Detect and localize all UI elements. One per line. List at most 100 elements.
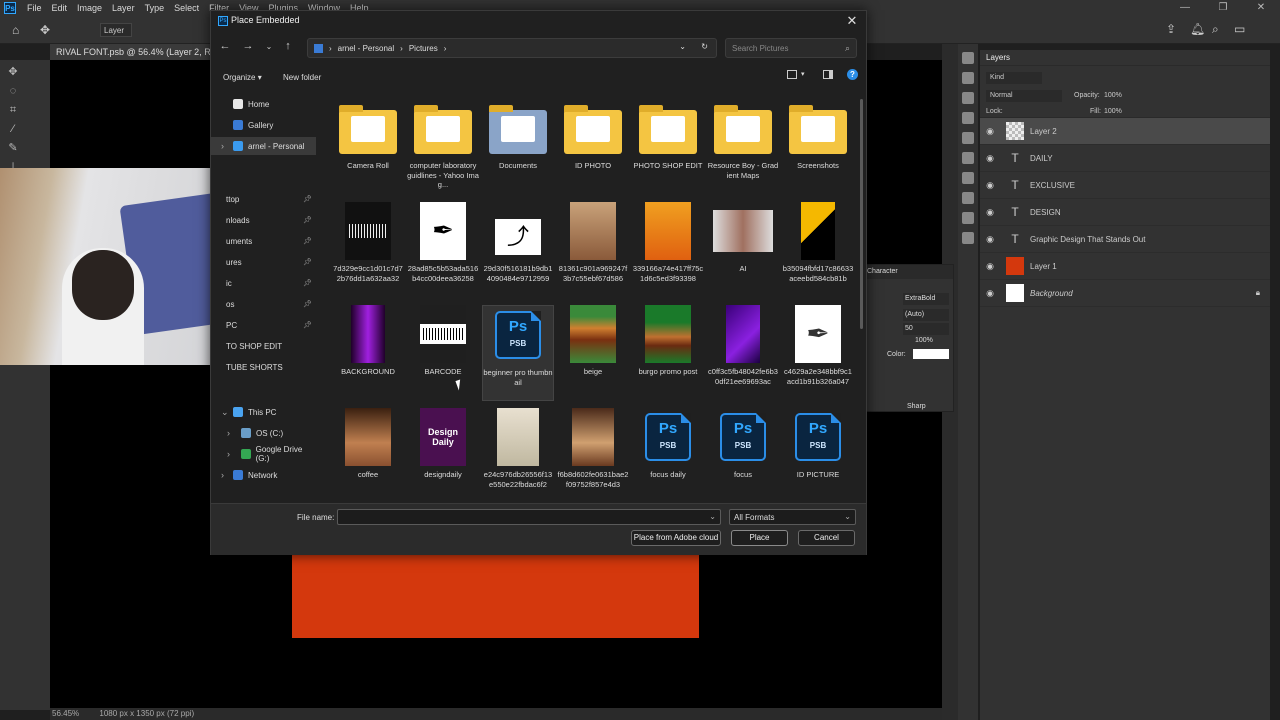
nav-item[interactable]: TUBE SHORTS — [211, 358, 316, 376]
file-item[interactable]: computer laboratory guidlines - Yahoo Im… — [407, 99, 479, 195]
share-icon[interactable]: ⇪ — [1166, 22, 1176, 36]
chevron-right-icon[interactable]: › — [221, 141, 224, 151]
history-icon[interactable] — [962, 72, 974, 84]
help-icon[interactable]: ? — [847, 69, 858, 80]
visibility-eye-icon[interactable]: ◉ — [980, 234, 1000, 245]
nav-item[interactable]: ttop 📌︎ — [211, 190, 316, 208]
place-from-cloud-button[interactable]: Place from Adobe cloud — [631, 530, 721, 546]
chevron-right-icon[interactable]: › — [227, 428, 230, 438]
tracking-field[interactable]: 50 — [903, 323, 949, 335]
visibility-eye-icon[interactable]: ◉ — [980, 180, 1000, 191]
menu-edit[interactable]: Edit — [47, 3, 73, 13]
file-item[interactable]: Documents — [482, 99, 554, 195]
layer-row[interactable]: ◉ T EXCLUSIVE — [980, 172, 1270, 199]
file-item[interactable]: ✒ 28ad85c5b53ada516b4cc00deea36258 — [407, 202, 479, 298]
layers-panel-title[interactable]: Layers — [980, 50, 1270, 66]
cancel-button[interactable]: Cancel — [798, 530, 855, 546]
layer-row[interactable]: ◉ Background 🔒︎ — [980, 280, 1270, 307]
file-item[interactable]: BACKGROUND — [332, 305, 404, 401]
nav-item[interactable]: Gallery — [211, 116, 316, 134]
layer-row[interactable]: ◉ T DESIGN — [980, 199, 1270, 226]
fill-field[interactable]: 100% — [1104, 108, 1122, 115]
pin-icon[interactable]: 📌︎ — [303, 300, 312, 308]
file-item[interactable]: Ps PSB focus — [707, 408, 779, 503]
brush-settings-icon[interactable] — [962, 52, 974, 64]
move-icon[interactable]: ✥ — [6, 65, 20, 79]
layer-row[interactable]: ◉ Layer 2 — [980, 118, 1270, 145]
brush-icon[interactable]: ✎ — [6, 141, 20, 155]
visibility-eye-icon[interactable]: ◉ — [980, 126, 1000, 137]
menu-type[interactable]: Type — [140, 3, 170, 13]
layer-row[interactable]: ◉ Layer 1 — [980, 253, 1270, 280]
text-color-swatch[interactable] — [913, 349, 949, 359]
character-tab[interactable]: Character — [863, 265, 953, 279]
nav-item[interactable]: os 📌︎ — [211, 295, 316, 313]
nav-item[interactable]: › OS (C:) — [211, 424, 316, 442]
file-item[interactable]: PHOTO SHOP EDIT — [632, 99, 704, 195]
file-item[interactable]: 7d329e9cc1d01c7d72b76dd1a632aa32 — [332, 202, 404, 298]
nav-item[interactable]: ic 📌︎ — [211, 274, 316, 292]
layer-row[interactable]: ◉ T DAILY — [980, 145, 1270, 172]
nav-item[interactable]: Home — [211, 95, 316, 113]
opacity-field[interactable]: 100% — [1104, 92, 1122, 99]
layer-row[interactable]: ◉ T Graphic Design That Stands Out — [980, 226, 1270, 253]
preview-pane-icon[interactable] — [823, 70, 833, 79]
styles-icon[interactable] — [962, 232, 974, 244]
menu-layer[interactable]: Layer — [107, 3, 140, 13]
nav-item[interactable]: ⌄ This PC — [211, 403, 316, 421]
pin-icon[interactable]: 📌︎ — [303, 321, 312, 329]
leading-field[interactable]: (Auto) — [903, 309, 949, 321]
back-arrow-icon[interactable]: ← — [217, 40, 233, 52]
auto-select-dropdown[interactable]: Layer — [100, 23, 132, 37]
recent-locations-icon[interactable]: ⌄ — [261, 42, 277, 51]
menu-select[interactable]: Select — [169, 3, 204, 13]
eyedropper-icon[interactable]: ⁄ — [6, 122, 20, 136]
pin-icon[interactable]: 📌︎ — [303, 195, 312, 203]
file-item[interactable]: coffee — [332, 408, 404, 503]
file-item[interactable]: ⤴ 29d30f516181b9db14090484e9712959 — [482, 202, 554, 298]
bell-icon[interactable]: 🔔︎ — [1190, 22, 1205, 36]
nav-item[interactable]: nloads 📌︎ — [211, 211, 316, 229]
file-item[interactable]: e24c976db26556f13e550e22fbdac6f2 — [482, 408, 554, 503]
format-dropdown[interactable]: All Formats ⌄ — [729, 509, 856, 525]
lasso-icon[interactable]: ◌ — [6, 84, 20, 98]
nav-item[interactable]: PC 📌︎ — [211, 316, 316, 334]
workspace-icon[interactable]: ▭ — [1234, 22, 1245, 36]
file-item[interactable]: 339166a74e417ff75c1d6c5ed3f93398 — [632, 202, 704, 298]
chevron-down-icon[interactable]: ⌄ — [679, 42, 686, 51]
color-icon[interactable] — [962, 92, 974, 104]
minimize-icon[interactable]: — — [1166, 0, 1204, 16]
pin-icon[interactable]: 📌︎ — [303, 216, 312, 224]
search-input[interactable]: Search Pictures ⌕ — [725, 38, 857, 58]
file-item[interactable]: ID PHOTO — [557, 99, 629, 195]
menu-image[interactable]: Image — [72, 3, 107, 13]
patterns-icon[interactable] — [962, 212, 974, 224]
new-folder-button[interactable]: New folder — [283, 73, 321, 82]
file-item[interactable]: Design Daily designdaily — [407, 408, 479, 503]
file-item[interactable]: ✒ c4629a2e348bbf9c1acd1b91b326a047 — [782, 305, 854, 401]
pin-icon[interactable]: 📌︎ — [303, 258, 312, 266]
file-item[interactable]: Ps PSB focus daily — [632, 408, 704, 503]
visibility-eye-icon[interactable]: ◉ — [980, 153, 1000, 164]
file-item[interactable]: beige — [557, 305, 629, 401]
nav-item[interactable]: TO SHOP EDIT — [211, 337, 316, 355]
nav-item[interactable]: › Google Drive (G:) — [211, 445, 316, 463]
filter-kind-dropdown[interactable]: Kind — [986, 72, 1042, 84]
zoom-level[interactable]: 56.45% — [52, 709, 79, 718]
breadcrumb-personal[interactable]: arnel - Personal — [338, 44, 394, 57]
file-item[interactable]: AI — [707, 202, 779, 298]
nav-item[interactable]: › Network — [211, 466, 316, 484]
pin-icon[interactable]: 📌︎ — [303, 237, 312, 245]
comments-icon[interactable] — [962, 132, 974, 144]
chevron-right-icon[interactable]: › — [221, 470, 224, 480]
visibility-eye-icon[interactable]: ◉ — [980, 288, 1000, 299]
scale-field[interactable]: 100% — [915, 337, 933, 344]
search-icon[interactable]: ⌕ — [1212, 22, 1219, 37]
nav-item[interactable]: uments 📌︎ — [211, 232, 316, 250]
file-item[interactable]: f6b8d602fe0631bae2f09752f857e4d3 — [557, 408, 629, 503]
refresh-icon[interactable]: ↻ — [701, 42, 708, 51]
pin-icon[interactable]: 📌︎ — [303, 279, 312, 287]
file-item[interactable]: c0ff3c5fb48042fe6b30df21ee69693ac — [707, 305, 779, 401]
swatches-icon[interactable] — [962, 172, 974, 184]
file-item[interactable]: Camera Roll — [332, 99, 404, 195]
